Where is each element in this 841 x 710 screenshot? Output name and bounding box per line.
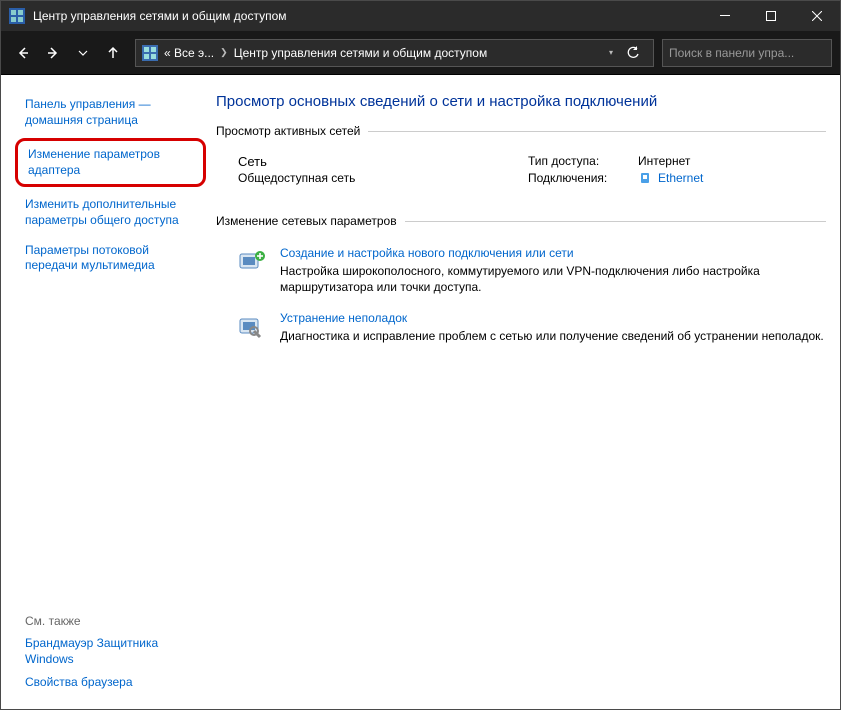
network-params-legend: Изменение сетевых параметров [216, 214, 405, 228]
network-type: Общедоступная сеть [238, 171, 528, 185]
back-button[interactable] [9, 39, 37, 67]
access-type-label: Тип доступа: [528, 154, 638, 168]
chevron-right-icon: ❯ [220, 47, 228, 58]
param-setup-connection: Создание и настройка нового подключения … [216, 238, 826, 303]
active-networks-legend: Просмотр активных сетей [216, 124, 368, 138]
up-button[interactable] [99, 39, 127, 67]
breadcrumb-item-network-center[interactable]: Центр управления сетями и общим доступом [234, 46, 488, 60]
refresh-button[interactable] [619, 39, 647, 67]
control-panel-icon [142, 45, 158, 61]
sidebar-item-home[interactable]: Панель управления — домашняя страница [15, 93, 206, 132]
address-dropdown-icon[interactable]: ▾ [609, 48, 613, 57]
maximize-button[interactable] [748, 1, 794, 31]
ethernet-link[interactable]: Ethernet [638, 171, 703, 185]
active-networks-group: Просмотр активных сетей Сеть Общедоступн… [216, 124, 826, 200]
ethernet-icon [638, 171, 652, 185]
sidebar-item-browser-properties[interactable]: Свойства браузера [15, 671, 206, 695]
breadcrumb-item-all[interactable]: « Все э... [164, 46, 214, 60]
ethernet-link-label: Ethernet [658, 171, 703, 185]
sidebar-item-adapter-settings[interactable]: Изменение параметров адаптера [26, 143, 199, 182]
search-box[interactable] [662, 39, 832, 67]
setup-connection-icon [238, 248, 266, 276]
highlighted-adapter-settings: Изменение параметров адаптера [15, 138, 206, 187]
setup-connection-link[interactable]: Создание и настройка нового подключения … [280, 246, 826, 260]
network-params-group: Изменение сетевых параметров Создание и … [216, 214, 826, 361]
main-panel: Просмотр основных сведений о сети и наст… [210, 93, 826, 695]
app-icon [9, 8, 25, 24]
setup-connection-desc: Настройка широкополосного, коммутируемог… [280, 264, 760, 294]
param-troubleshoot: Устранение неполадок Диагностика и испра… [216, 303, 826, 352]
troubleshoot-desc: Диагностика и исправление проблем с сеть… [280, 329, 824, 343]
app-window: Центр управления сетями и общим доступом [0, 0, 841, 710]
page-title: Просмотр основных сведений о сети и наст… [216, 93, 826, 110]
connections-label: Подключения: [528, 171, 638, 185]
titlebar: Центр управления сетями и общим доступом [1, 1, 840, 31]
sidebar-item-media-streaming[interactable]: Параметры потоковой передачи мультимедиа [15, 239, 206, 278]
sidebar-item-firewall[interactable]: Брандмауэр Защитника Windows [15, 632, 206, 671]
search-input[interactable] [669, 46, 824, 60]
sidebar-footer-label: См. также [15, 610, 206, 632]
recent-dropdown-button[interactable] [69, 39, 97, 67]
sidebar: Панель управления — домашняя страница Из… [15, 93, 210, 695]
forward-button[interactable] [39, 39, 67, 67]
toolbar: « Все э... ❯ Центр управления сетями и о… [1, 31, 840, 75]
sidebar-item-sharing-settings[interactable]: Изменить дополнительные параметры общего… [15, 193, 206, 232]
access-type-value: Интернет [638, 154, 690, 168]
minimize-button[interactable] [702, 1, 748, 31]
close-button[interactable] [794, 1, 840, 31]
troubleshoot-link[interactable]: Устранение неполадок [280, 311, 824, 325]
troubleshoot-icon [238, 313, 266, 341]
window-title: Центр управления сетями и общим доступом [33, 9, 702, 23]
address-bar[interactable]: « Все э... ❯ Центр управления сетями и о… [135, 39, 654, 67]
network-name: Сеть [238, 154, 528, 169]
content-area: Панель управления — домашняя страница Из… [1, 75, 840, 709]
